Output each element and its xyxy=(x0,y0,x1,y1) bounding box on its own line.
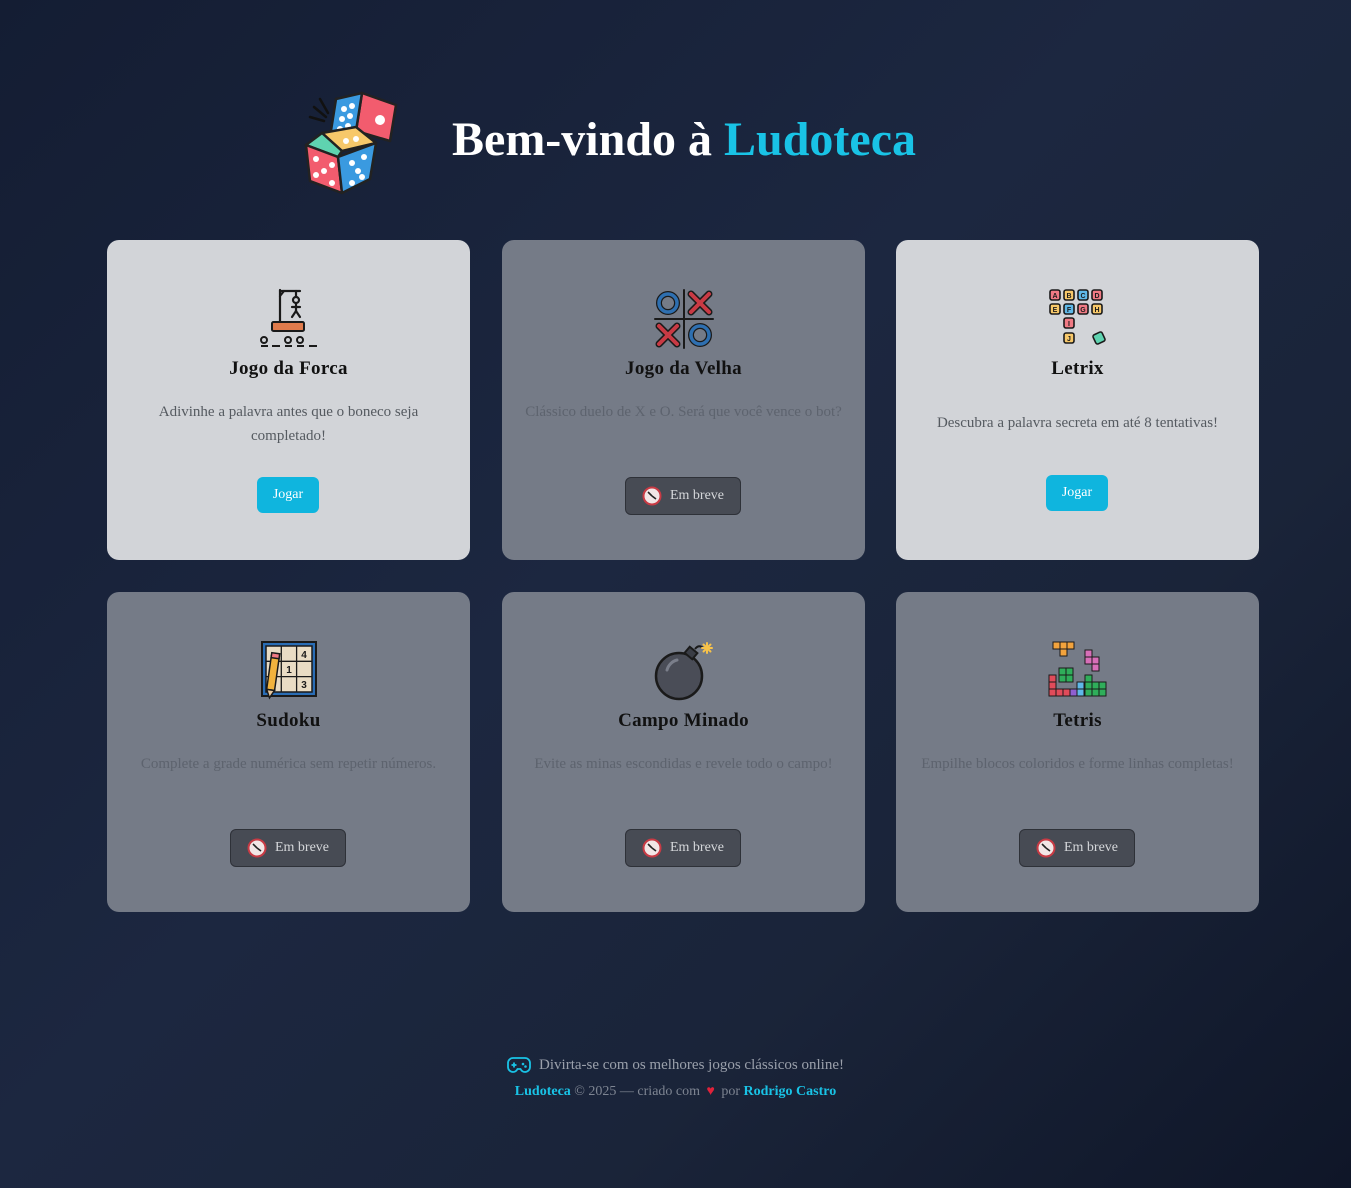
footer-tagline-row: Divirta-se com os melhores jogos clássic… xyxy=(0,1056,1351,1074)
bomb-icon xyxy=(654,642,713,701)
footer-brand: Ludoteca xyxy=(514,1084,571,1099)
sudoku-icon: 413 xyxy=(261,641,317,700)
clock-icon xyxy=(1036,838,1056,858)
game-title: Campo Minado xyxy=(618,710,749,731)
game-card-sudoku: 413 Sudoku Complete a grade numérica sem… xyxy=(107,592,470,912)
coming-soon-label: Em breve xyxy=(669,840,725,855)
game-description: Descubra a palavra secreta em até 8 tent… xyxy=(936,415,1219,431)
play-button[interactable]: Jogar xyxy=(1046,475,1108,511)
game-card-forca: Jogo da Forca Adivinhe a palavra antes q… xyxy=(107,240,470,560)
coming-soon-button: Em breve xyxy=(230,829,346,867)
dice-icon xyxy=(304,91,398,195)
game-title: Letrix xyxy=(1051,358,1104,379)
coming-soon-button: Em breve xyxy=(1019,829,1135,867)
game-title: Jogo da Forca xyxy=(229,358,348,379)
heart-icon: ♥ xyxy=(706,1084,715,1099)
page-footer: Divirta-se com os melhores jogos clássic… xyxy=(0,1056,1351,1100)
game-description: Adivinhe a palavra antes que o boneco se… xyxy=(158,404,419,444)
clock-icon xyxy=(642,838,662,858)
footer-copyright: © 2025 — criado com xyxy=(574,1084,701,1099)
game-card-velha: Jogo da Velha Clássico duelo de X e O. S… xyxy=(502,240,865,560)
game-card-campo-minado: Campo Minado Evite as minas escondidas e… xyxy=(502,592,865,912)
game-description: Evite as minas escondidas e revele todo … xyxy=(534,756,833,772)
coming-soon-button: Em breve xyxy=(625,829,741,867)
tetris-blocks-icon xyxy=(1048,641,1107,697)
title-prefix: Bem-vindo à xyxy=(452,113,713,166)
footer-tagline: Divirta-se com os melhores jogos clássic… xyxy=(539,1056,844,1073)
svg-text:3: 3 xyxy=(301,680,307,691)
coming-soon-label: Em breve xyxy=(274,840,330,855)
footer-by: por xyxy=(721,1084,741,1099)
svg-text:J: J xyxy=(1067,336,1071,343)
coming-soon-button: Em breve xyxy=(625,477,741,515)
footer-credits: Ludoteca © 2025 — criado com ♥ por Rodri… xyxy=(0,1084,1351,1100)
game-title: Tetris xyxy=(1053,710,1102,731)
svg-text:I: I xyxy=(1068,321,1070,328)
svg-text:B: B xyxy=(1066,293,1071,300)
game-description: Empilhe blocos coloridos e forme linhas … xyxy=(921,756,1234,772)
svg-text:G: G xyxy=(1080,307,1086,314)
svg-text:H: H xyxy=(1094,307,1099,314)
svg-text:1: 1 xyxy=(286,665,292,676)
game-description: Clássico duelo de X e O. Será que você v… xyxy=(525,404,842,420)
page-title: Bem-vindo à Ludoteca xyxy=(452,112,916,167)
svg-text:E: E xyxy=(1053,307,1058,314)
game-title: Jogo da Velha xyxy=(625,358,742,379)
svg-text:D: D xyxy=(1094,293,1099,300)
coming-soon-label: Em breve xyxy=(1063,840,1119,855)
footer-author-link[interactable]: Rodrigo Castro xyxy=(744,1084,837,1099)
tic-tac-toe-icon xyxy=(654,289,714,349)
game-title: Sudoku xyxy=(256,710,321,731)
letter-blocks-icon: A B C D E F G H I J xyxy=(1049,289,1106,345)
svg-text:4: 4 xyxy=(301,650,307,661)
game-card-letrix: A B C D E F G H I J Letrix Descubra a palavra s… xyxy=(896,240,1259,560)
game-card-tetris: Tetris Empilhe blocos coloridos e forme … xyxy=(896,592,1259,912)
svg-text:C: C xyxy=(1080,293,1085,300)
svg-text:A: A xyxy=(1052,293,1057,300)
play-button[interactable]: Jogar xyxy=(257,477,319,513)
gamepad-icon xyxy=(507,1057,531,1073)
title-accent: Ludoteca xyxy=(724,113,917,166)
svg-text:F: F xyxy=(1067,307,1072,314)
hangman-icon xyxy=(260,288,317,347)
clock-icon xyxy=(247,838,267,858)
game-description: Complete a grade numérica sem repetir nú… xyxy=(140,756,437,772)
page-header: Bem-vindo à Ludoteca xyxy=(0,80,1351,200)
clock-icon xyxy=(642,486,662,506)
coming-soon-label: Em breve xyxy=(669,488,725,503)
